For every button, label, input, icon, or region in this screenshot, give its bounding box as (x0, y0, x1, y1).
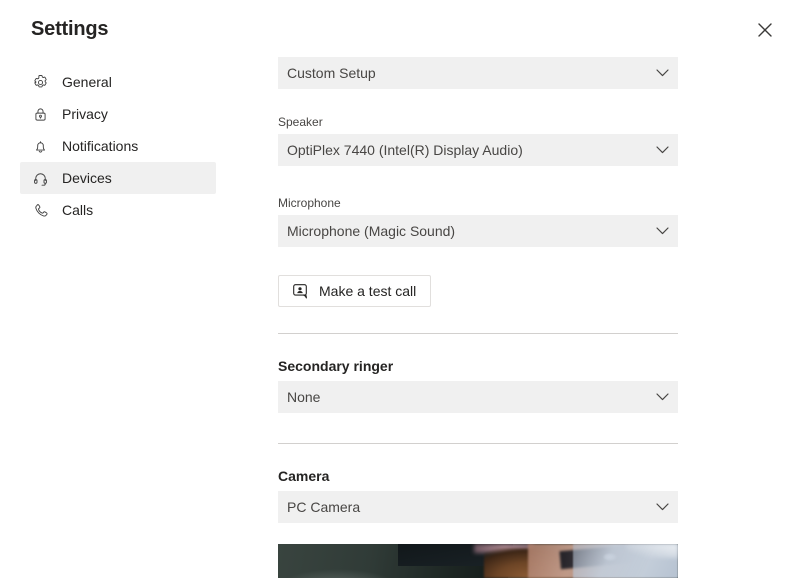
sidebar-item-label: Calls (62, 202, 94, 218)
camera-preview-glare (626, 544, 678, 558)
sidebar-item-general[interactable]: General (20, 66, 216, 98)
sidebar-item-label: Devices (62, 170, 112, 186)
camera-heading: Camera (278, 468, 330, 484)
microphone-dropdown[interactable]: Microphone (Magic Sound) (278, 215, 678, 247)
secondary-ringer-dropdown[interactable]: None (278, 381, 678, 413)
camera-value: PC Camera (287, 499, 361, 515)
sidebar-item-label: General (62, 74, 112, 90)
camera-dropdown[interactable]: PC Camera (278, 491, 678, 523)
close-icon (758, 23, 772, 37)
audio-setup-dropdown[interactable]: Custom Setup (278, 57, 678, 89)
close-button[interactable] (745, 10, 785, 50)
make-test-call-button[interactable]: Make a test call (278, 275, 432, 307)
secondary-ringer-heading: Secondary ringer (278, 358, 394, 374)
sidebar-item-notifications[interactable]: Notifications (20, 130, 216, 162)
sidebar-item-label: Privacy (62, 106, 108, 122)
sidebar-item-calls[interactable]: Calls (20, 194, 216, 226)
phone-icon (30, 200, 50, 220)
secondary-ringer-value: None (287, 389, 321, 405)
speaker-label: Speaker (278, 115, 323, 129)
sidebar-item-label: Notifications (62, 138, 139, 154)
section-divider (278, 443, 678, 444)
make-test-call-label: Make a test call (319, 283, 417, 299)
sidebar-item-devices[interactable]: Devices (20, 162, 216, 194)
section-divider (278, 333, 678, 334)
chevron-down-icon (646, 503, 678, 511)
speaker-value: OptiPlex 7440 (Intel(R) Display Audio) (287, 142, 523, 158)
camera-preview (278, 544, 678, 578)
microphone-label: Microphone (278, 196, 341, 210)
speaker-dropdown[interactable]: OptiPlex 7440 (Intel(R) Display Audio) (278, 134, 678, 166)
chevron-down-icon (646, 227, 678, 235)
audio-setup-value: Custom Setup (287, 65, 376, 81)
lock-icon (30, 104, 50, 124)
gear-icon (30, 72, 50, 92)
chevron-down-icon (646, 69, 678, 77)
sidebar-item-privacy[interactable]: Privacy (20, 98, 216, 130)
chevron-down-icon (646, 146, 678, 154)
page-title: Settings (31, 18, 109, 40)
settings-sidebar: General Privacy Notifications Devices Ca… (0, 66, 240, 226)
headset-icon (30, 168, 50, 188)
test-call-icon (293, 283, 309, 299)
bell-icon (30, 136, 50, 156)
microphone-value: Microphone (Magic Sound) (287, 223, 456, 239)
chevron-down-icon (646, 393, 678, 401)
